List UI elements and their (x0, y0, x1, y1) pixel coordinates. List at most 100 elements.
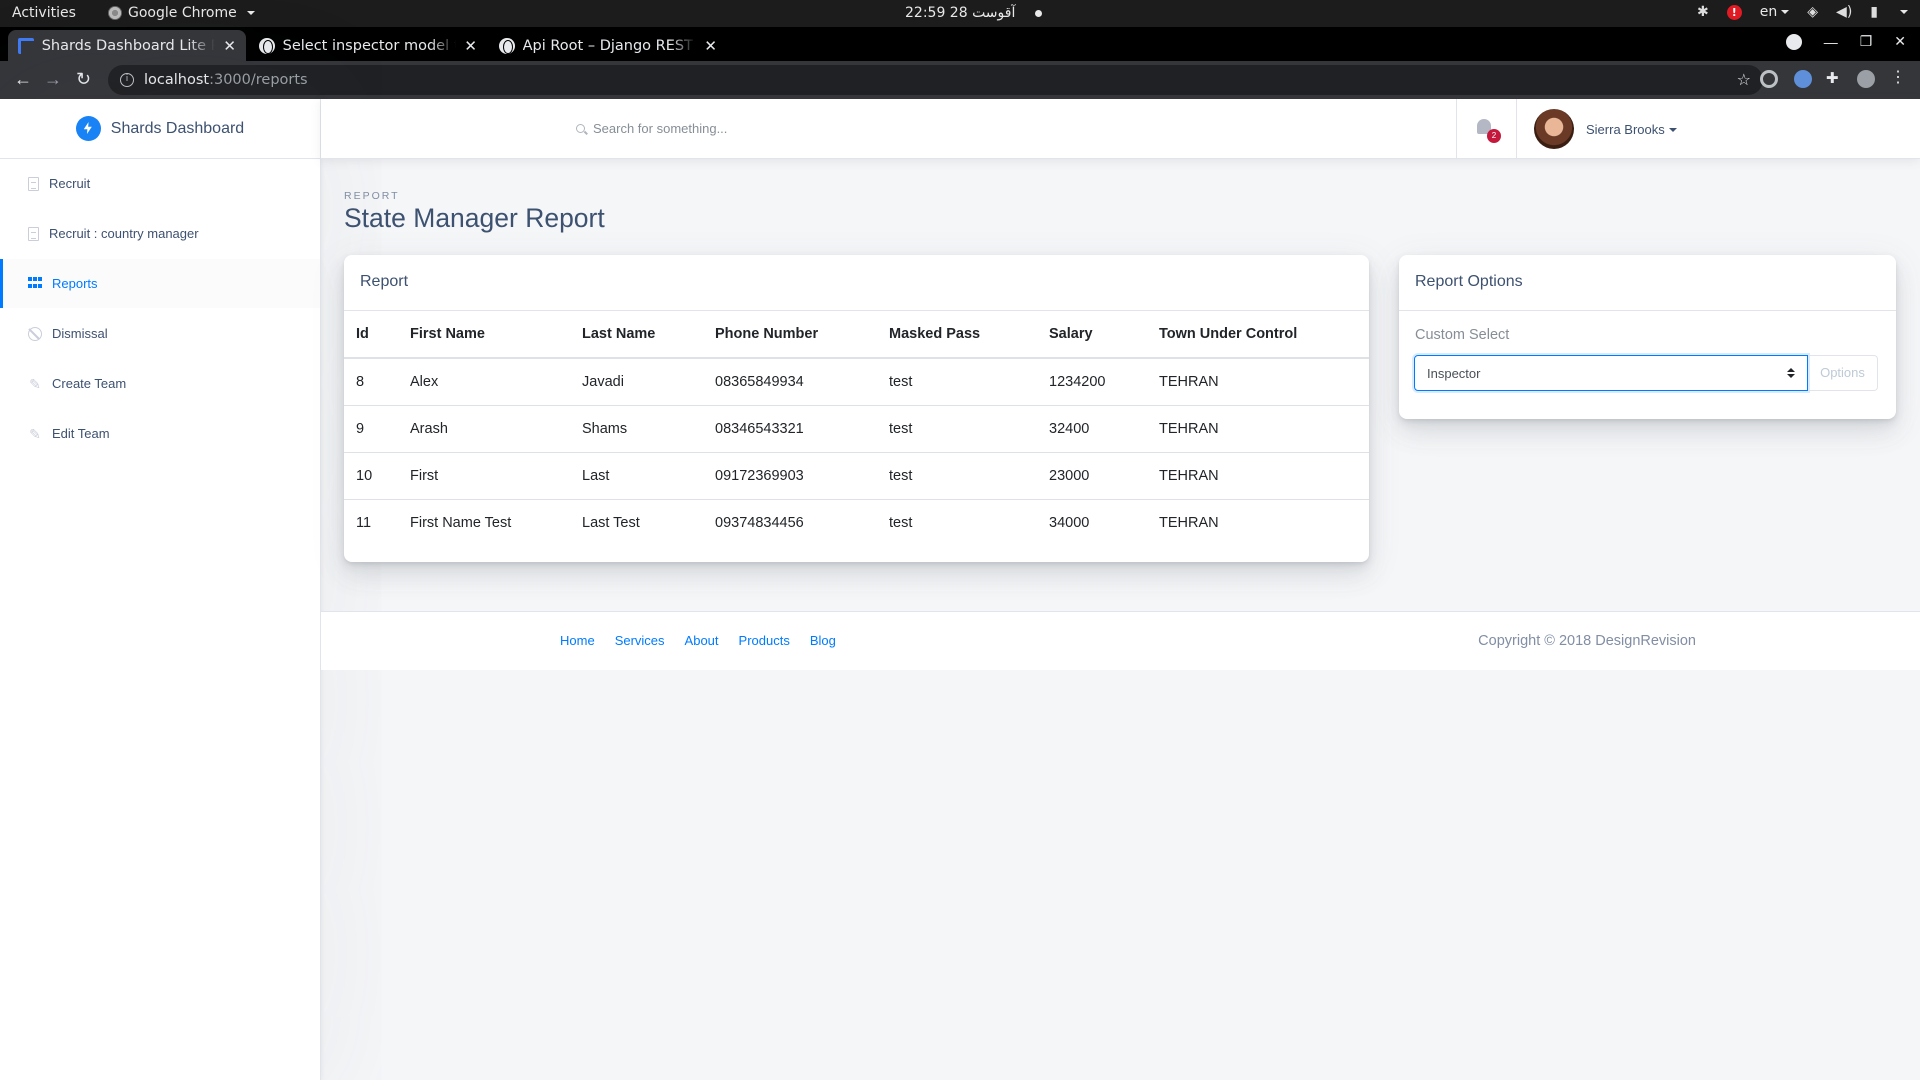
table-cell: 11 (356, 514, 372, 531)
activities-button[interactable]: Activities (12, 5, 76, 21)
column-header: First Name (398, 311, 570, 359)
table-cell: test (877, 452, 1037, 500)
brand[interactable]: Shards Dashboard (0, 99, 320, 159)
tab-shards-dashboard[interactable]: Shards Dashboard Lite Re ✕ (8, 30, 246, 61)
sidebar-item-recruit-country-manager[interactable]: Recruit : country manager (0, 209, 320, 259)
language-indicator[interactable]: en (1760, 4, 1790, 20)
column-header: Phone Number (703, 311, 877, 359)
back-arrow-icon[interactable]: ← (14, 69, 32, 90)
user-menu[interactable]: Sierra Brooks (1534, 109, 1677, 149)
footer-link-products[interactable]: Products (739, 633, 790, 648)
table-row: 11 First Name Test Last Test 09374834456… (344, 499, 1369, 546)
footer-link-services[interactable]: Services (615, 633, 665, 648)
brand-name: Shards Dashboard (110, 119, 245, 137)
clock-label: 22:59 28 آقوست (905, 5, 1016, 21)
alert-icon[interactable]: ! (1726, 4, 1742, 20)
table-cell: 9 (344, 405, 398, 453)
slack-icon[interactable]: ✱ (1697, 4, 1709, 20)
system-tray[interactable]: ✱ ! en ◈ ◀) ▮ (1697, 4, 1908, 20)
column-header: Id (344, 311, 398, 359)
tab-select-inspector[interactable]: Select inspector model to ✕ (249, 30, 487, 61)
chrome-icon (108, 6, 122, 20)
notification-badge: 2 (1487, 129, 1501, 143)
footer-link-home[interactable]: Home (560, 633, 595, 648)
url-path: :3000/reports (209, 72, 308, 88)
tab-title: Api Root – Django REST fr (522, 37, 697, 54)
sidebar-item-label: Dismissal (52, 326, 108, 341)
selected-option: Inspector (1427, 365, 1481, 381)
profile-avatar-icon[interactable] (1857, 70, 1875, 88)
address-bar[interactable]: i localhost:3000/reports ☆ (108, 65, 1763, 95)
url-host: localhost (144, 72, 210, 88)
page-title: State Manager Report (344, 203, 605, 233)
extensions-puzzle-icon[interactable]: ✚ (1826, 69, 1844, 87)
user-name: Sierra Brooks (1586, 121, 1665, 137)
restore-icon[interactable]: ❐ (1860, 33, 1873, 50)
forward-arrow-icon[interactable]: → (44, 69, 62, 90)
app-menu-label: Google Chrome (128, 5, 237, 21)
extension-globe-icon[interactable] (1794, 70, 1812, 88)
table-row: 10 First Last 09172369903 test 23000 TEH… (344, 452, 1369, 500)
table-cell: 23000 (1037, 452, 1147, 500)
table-cell: Shams (570, 405, 703, 453)
minimize-icon[interactable]: — (1824, 34, 1838, 50)
table-cell: 09172369903 (703, 452, 877, 500)
tab-title: Shards Dashboard Lite Re (41, 37, 216, 54)
sidebar-item-label: Create Team (52, 376, 127, 391)
report-type-select[interactable]: Inspector (1414, 355, 1808, 391)
options-button[interactable]: Options (1808, 355, 1878, 391)
tab-api-root[interactable]: Api Root – Django REST fr ✕ (489, 30, 727, 61)
select-arrows-icon (1787, 368, 1795, 378)
table-cell: TEHRAN (1147, 358, 1369, 406)
table-cell: test (877, 358, 1037, 406)
battery-icon[interactable]: ▮ (1870, 4, 1878, 20)
browser-tab-strip: Shards Dashboard Lite Re ✕ Select inspec… (0, 27, 1920, 80)
site-info-icon[interactable]: i (120, 73, 134, 87)
copyright: Copyright © 2018 DesignRevision (1478, 633, 1696, 649)
chrome-menu-icon[interactable]: ⋮ (1890, 67, 1908, 86)
close-tab-icon[interactable]: ✕ (464, 37, 477, 55)
ban-icon (28, 326, 42, 341)
report-table: Id First Name Last Name Phone Number Mas… (344, 311, 1369, 546)
volume-icon[interactable]: ◀) (1836, 4, 1852, 20)
sidebar-item-label: Reports (52, 276, 98, 291)
sidebar-item-dismissal[interactable]: Dismissal (0, 309, 320, 359)
footer-link-about[interactable]: About (685, 633, 719, 648)
wifi-icon[interactable]: ◈ (1807, 4, 1818, 20)
notification-dot-icon (1035, 9, 1043, 17)
table-cell: 34000 (1049, 514, 1090, 531)
system-menu-chevron-icon[interactable] (1900, 10, 1908, 14)
sidebar-item-create-team[interactable]: ✎ Create Team (0, 359, 320, 409)
table-cell: First Name Test (410, 514, 512, 531)
app-menu[interactable]: Google Chrome (108, 5, 255, 21)
close-tab-icon[interactable]: ✕ (704, 37, 717, 55)
table-cell: TEHRAN (1147, 452, 1369, 500)
close-window-icon[interactable]: ✕ (1894, 33, 1906, 50)
browser-toolbar: ← → ↻ i localhost:3000/reports ☆ ✚ ⋮ (0, 61, 1920, 99)
sidebar-item-reports[interactable]: Reports (0, 259, 320, 309)
tab-search-icon[interactable] (1785, 33, 1802, 50)
table-header-row: Id First Name Last Name Phone Number Mas… (344, 311, 1369, 359)
extension-circle-icon[interactable] (1760, 70, 1778, 88)
search-input[interactable]: Search for something... (576, 121, 727, 136)
clock[interactable]: 22:59 28 آقوست (905, 5, 1043, 21)
column-header: Last Name (570, 311, 703, 359)
sidebar-item-recruit[interactable]: Recruit (0, 159, 320, 209)
divider (1516, 99, 1517, 159)
sidebar-item-edit-team[interactable]: ✎ Edit Team (0, 409, 320, 459)
reload-icon[interactable]: ↻ (76, 69, 91, 90)
custom-select-label: Custom Select (1415, 327, 1510, 343)
close-tab-icon[interactable]: ✕ (223, 37, 236, 55)
search-placeholder: Search for something... (593, 121, 728, 136)
sidebar-item-label: Recruit : country manager (49, 226, 199, 241)
table-cell: TEHRAN (1159, 514, 1219, 531)
footer-link-blog[interactable]: Blog (810, 633, 836, 648)
table-cell: Javadi (570, 358, 703, 406)
table-row: 9 Arash Shams 08346543321 test 32400 TEH… (344, 405, 1369, 453)
sidebar-item-label: Edit Team (52, 426, 110, 441)
bookmark-star-icon[interactable]: ☆ (1737, 70, 1751, 89)
table-cell: Last Test (582, 514, 640, 531)
report-card-title: Report (344, 255, 1369, 311)
table-cell: TEHRAN (1147, 405, 1369, 453)
notifications-button[interactable]: 2 (1475, 119, 1501, 143)
